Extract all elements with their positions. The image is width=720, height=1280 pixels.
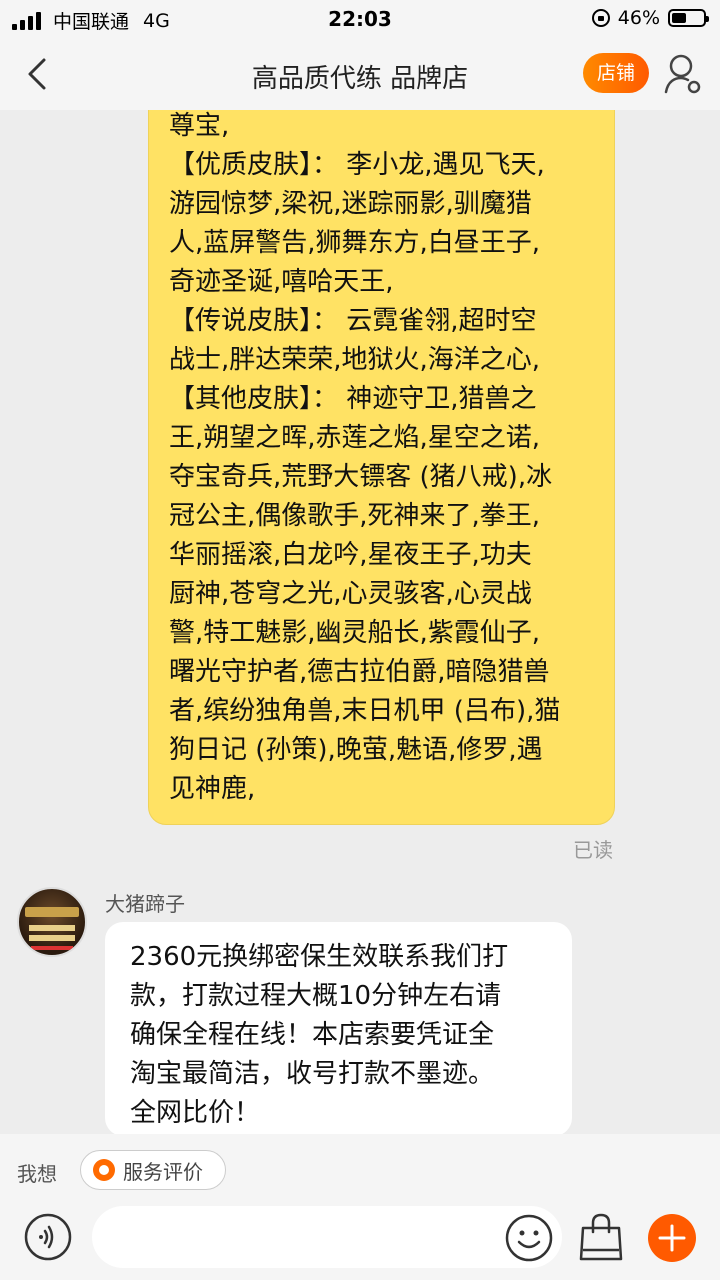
outgoing-line: 【优质皮肤】： 李小龙,遇见飞天,	[169, 150, 545, 180]
quick-label: 我想	[17, 1162, 57, 1186]
battery-fill	[672, 13, 686, 23]
nav-bar: 高品质代练 品牌店 店铺	[0, 38, 720, 110]
outgoing-line: 王,朔望之晖,赤莲之焰,星空之诺,	[169, 423, 541, 453]
outgoing-line: 【传说皮肤】： 云霓雀翎,超时空	[169, 306, 537, 336]
outgoing-line: 夺宝奇兵,荒野大镖客 (猪八戒),冰	[169, 462, 553, 492]
status-bar: 中国联通 4G 22:03 46%	[0, 0, 720, 38]
outgoing-line: 游园惊梦,梁祝,迷踪丽影,驯魔猎	[169, 189, 532, 219]
outgoing-line: 【其他皮肤】： 神迹守卫,猎兽之	[169, 384, 537, 414]
service-review-icon	[93, 1159, 115, 1181]
avatar[interactable]	[17, 887, 87, 957]
outgoing-line: 曙光守护者,德古拉伯爵,暗隐猎兽	[169, 657, 550, 687]
sender-name: 大猪蹄子	[105, 892, 185, 916]
incoming-line: 全网比价！	[130, 1098, 261, 1128]
shopping-bag-icon[interactable]	[578, 1212, 624, 1262]
outgoing-message-bubble[interactable]: 尊宝, 【优质皮肤】： 李小龙,遇见飞天, 游园惊梦,梁祝,迷踪丽影,驯魔猎 人,蓝屏…	[148, 110, 615, 825]
add-icon	[658, 1224, 686, 1252]
outgoing-line: 厨神,苍穹之光,心灵骇客,心灵战	[169, 579, 532, 609]
outgoing-line: 华丽摇滚,白龙吟,星夜王子,功夫	[169, 540, 532, 570]
incoming-line: 2360元换绑密保生效联系我们打	[130, 942, 509, 972]
status-right: 46%	[591, 7, 709, 29]
voice-icon[interactable]	[24, 1213, 72, 1261]
battery-percent: 46%	[617, 7, 660, 29]
outgoing-line: 奇迹圣诞,嘻哈天王,	[169, 267, 394, 297]
emoji-icon[interactable]	[505, 1214, 553, 1262]
add-button[interactable]	[648, 1214, 696, 1262]
incoming-message-bubble[interactable]: 2360元换绑密保生效联系我们打 款，打款过程大概10分钟左右请 确保全程在线！本店…	[105, 922, 572, 1134]
read-status: 已读	[573, 838, 613, 862]
incoming-line: 淘宝最简洁，收号打款不墨迹。	[130, 1059, 495, 1089]
service-review-button[interactable]: 服务评价	[80, 1150, 226, 1190]
outgoing-line: 人,蓝屏警告,狮舞东方,白昼王子,	[169, 228, 541, 258]
outgoing-line: 狗日记 (孙策),晚萤,魅语,修罗,遇	[169, 735, 543, 765]
lock-rotation-icon	[591, 9, 610, 27]
quick-action-bar: 我想 服务评价	[0, 1134, 720, 1206]
input-bar	[0, 1206, 720, 1280]
message-input[interactable]	[92, 1206, 562, 1268]
incoming-line: 确保全程在线！本店索要凭证全	[130, 1020, 495, 1050]
shop-button[interactable]: 店铺	[583, 53, 649, 93]
outgoing-line: 者,缤纷独角兽,末日机甲 (吕布),猫	[169, 696, 561, 726]
outgoing-line: 冠公主,偶像歌手,死神来了,拳王,	[169, 501, 541, 531]
outgoing-line: 尊宝,	[169, 111, 230, 141]
battery-icon	[668, 9, 709, 27]
user-settings-icon[interactable]	[663, 52, 703, 96]
outgoing-line: 警,特工魅影,幽灵船长,紫霞仙子,	[169, 618, 541, 648]
outgoing-line: 战士,胖达荣荣,地狱火,海洋之心,	[169, 345, 541, 375]
incoming-line: 款，打款过程大概10分钟左右请	[130, 981, 502, 1011]
service-review-label: 服务评价	[123, 1159, 203, 1184]
chat-area[interactable]: 尊宝, 【优质皮肤】： 李小龙,遇见飞天, 游园惊梦,梁祝,迷踪丽影,驯魔猎 人,蓝屏…	[0, 110, 720, 1134]
outgoing-line: 见神鹿,	[169, 774, 256, 804]
